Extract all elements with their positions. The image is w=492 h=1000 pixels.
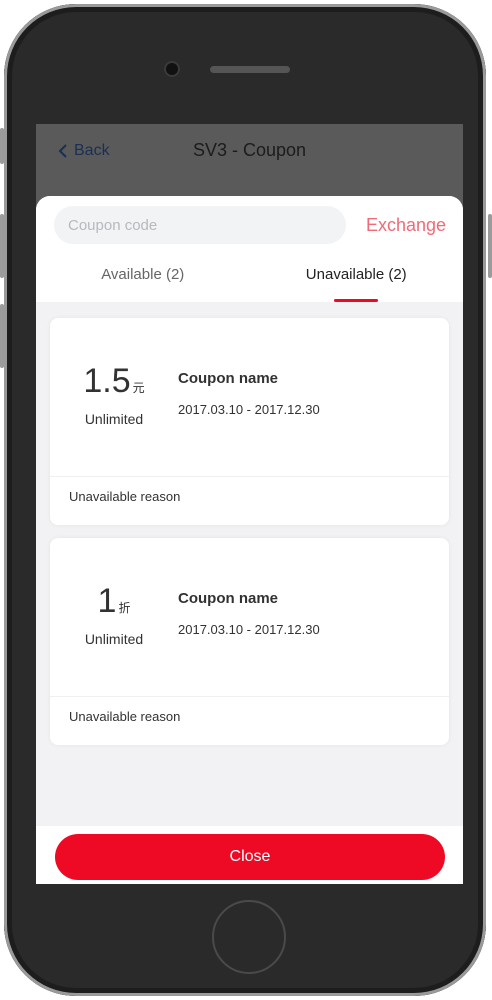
speaker-grille [210, 66, 290, 73]
chevron-left-icon [58, 144, 67, 158]
active-tab-indicator [334, 299, 379, 302]
phone-frame: Back SV3 - Coupon Exchange Available (2)… [4, 4, 486, 996]
coupon-value: 1.5 [83, 362, 131, 400]
coupon-code-input[interactable] [54, 206, 346, 244]
coupon-value-block: 1.5 元 Unlimited [50, 362, 178, 427]
coupon-unavailable-reason: Unavailable reason [69, 709, 181, 724]
back-button[interactable]: Back [58, 142, 110, 160]
coupon-popup: Exchange Available (2) Unavailable (2) [36, 196, 463, 884]
front-camera [166, 63, 178, 75]
coupon-unavailable-reason: Unavailable reason [69, 489, 181, 504]
coupon-card[interactable]: 1折 Unlimited Coupon name 2017.03.10 - 20… [50, 538, 449, 745]
coupon-value-block: 1折 Unlimited [50, 582, 178, 647]
home-button[interactable] [212, 900, 286, 974]
coupon-body: 1折 Unlimited Coupon name 2017.03.10 - 20… [50, 538, 449, 697]
volume-down-button [0, 304, 4, 368]
coupon-unit: 元 [132, 381, 145, 395]
exchange-button[interactable]: Exchange [366, 215, 446, 236]
power-button [488, 214, 492, 278]
volume-up-button [0, 214, 4, 278]
coupon-value: 1 [97, 582, 117, 620]
coupon-card[interactable]: 1.5 元 Unlimited Coupon name 2017.03.10 - … [50, 318, 449, 525]
close-button[interactable]: Close [55, 834, 445, 880]
coupon-name: Coupon name [178, 370, 278, 387]
coupon-condition: Unlimited [84, 631, 144, 647]
tab-available-label: Available (2) [101, 266, 185, 283]
nav-bar: Back SV3 - Coupon [36, 124, 463, 180]
tab-available[interactable]: Available (2) [36, 254, 250, 302]
page-title: SV3 - Coupon [193, 140, 307, 160]
coupon-list: 1.5 元 Unlimited Coupon name 2017.03.10 - … [50, 318, 449, 758]
coupon-header: Exchange Available (2) Unavailable (2) [36, 196, 463, 302]
tab-unavailable[interactable]: Unavailable (2) [250, 254, 464, 302]
back-label: Back [74, 142, 110, 159]
coupon-condition: Unlimited [84, 411, 144, 427]
mute-switch [0, 128, 4, 164]
coupon-tabs: Available (2) Unavailable (2) [36, 254, 463, 302]
coupon-date-range: 2017.03.10 - 2017.12.30 [178, 402, 320, 417]
screen: Back SV3 - Coupon Exchange Available (2)… [36, 124, 463, 884]
coupon-name: Coupon name [178, 590, 278, 607]
tab-unavailable-label: Unavailable (2) [305, 266, 407, 283]
coupon-date-range: 2017.03.10 - 2017.12.30 [178, 622, 320, 637]
popup-footer: Close [36, 826, 463, 884]
coupon-body: 1.5 元 Unlimited Coupon name 2017.03.10 - … [50, 318, 449, 477]
coupon-unit: 折 [118, 601, 131, 615]
